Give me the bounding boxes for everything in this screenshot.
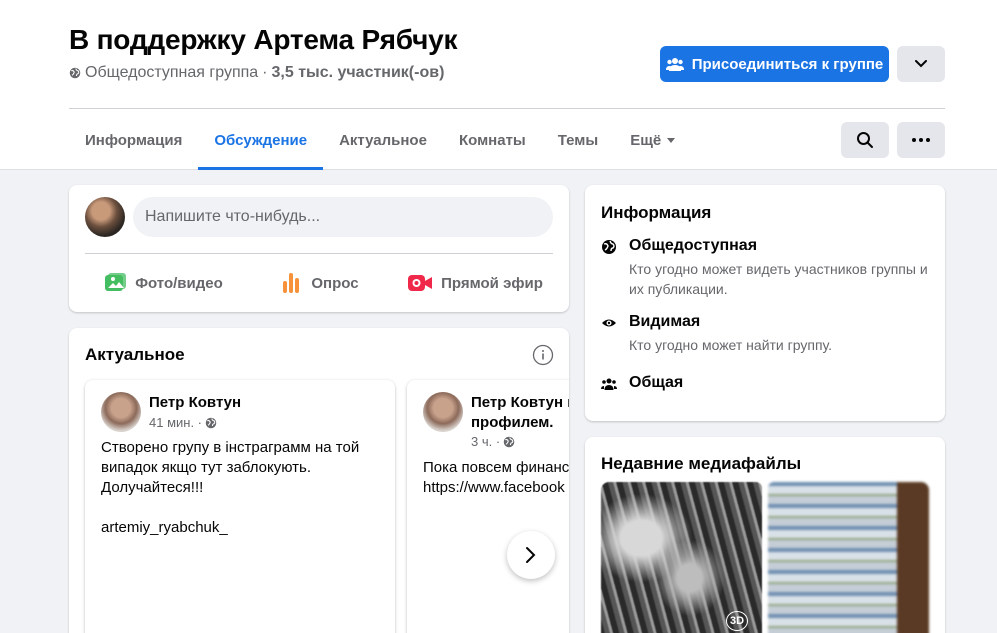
post-time-text[interactable]: 41 мин. · xyxy=(149,415,202,430)
post-author[interactable]: Петр Ковтун п xyxy=(471,394,569,411)
people-icon xyxy=(601,378,617,390)
tab-topics[interactable]: Темы xyxy=(542,110,614,170)
info-icon[interactable] xyxy=(532,344,554,366)
recent-media-card: Недавние медиафайлы 3D xyxy=(585,437,945,633)
tab-featured[interactable]: Актуальное xyxy=(323,110,443,170)
tab-about[interactable]: Информация xyxy=(69,110,198,170)
chevron-right-icon xyxy=(526,547,536,563)
group-title: В поддержку Артема Рябчук xyxy=(69,24,458,55)
join-group-button[interactable]: Присоединиться к группе xyxy=(660,46,889,82)
live-video-label: Прямой эфир xyxy=(441,274,543,292)
poll-label: Опрос xyxy=(311,274,359,292)
badge-3d: 3D xyxy=(726,611,748,631)
composer-actions: Фото/видео Опрос Прямой эфир xyxy=(85,261,553,305)
next-button[interactable] xyxy=(507,531,555,579)
group-header: В поддержку Артема Рябчук Общедоступная … xyxy=(0,0,997,170)
media-thumbnail[interactable] xyxy=(768,482,929,633)
header-divider xyxy=(69,108,945,109)
avatar[interactable] xyxy=(85,197,125,237)
globe-icon xyxy=(69,67,81,79)
post-composer: Напишите что-нибудь... Фото/видео Опрос … xyxy=(69,185,569,312)
photo-icon xyxy=(105,273,127,291)
composer-divider xyxy=(85,253,553,254)
live-video-icon xyxy=(408,275,433,291)
about-item-title: Общая xyxy=(629,374,684,391)
avatar[interactable] xyxy=(423,392,463,432)
post-time-text[interactable]: 3 ч. · xyxy=(471,434,500,449)
caret-down-icon xyxy=(667,137,676,143)
featured-post[interactable]: Петр Ковтун п профилем. 3 ч. · Пока повс… xyxy=(407,380,569,633)
tab-more-label: Ещё xyxy=(630,131,662,149)
composer-input[interactable]: Напишите что-нибудь... xyxy=(133,197,553,237)
tab-discussion[interactable]: Обсуждение xyxy=(198,110,323,170)
more-options-button[interactable] xyxy=(897,122,945,158)
poll-icon xyxy=(283,273,300,293)
photo-video-label: Фото/видео xyxy=(135,274,223,292)
dot-icon xyxy=(926,138,930,142)
post-timestamp: 41 мин. · xyxy=(149,415,217,430)
featured-section: Актуальное Петр Ковтун 41 мин. · Створен… xyxy=(69,328,569,633)
post-author-line2: профилем. xyxy=(471,414,554,431)
poll-button[interactable]: Опрос xyxy=(241,261,397,305)
tab-more[interactable]: Ещё xyxy=(614,110,691,170)
globe-icon xyxy=(503,436,515,447)
about-item-desc: Кто угодно может видеть участников групп… xyxy=(629,261,928,297)
about-card: Информация Общедоступная Кто угодно може… xyxy=(585,185,945,421)
featured-title: Актуальное xyxy=(85,345,185,364)
post-timestamp: 3 ч. · xyxy=(471,434,515,449)
people-icon xyxy=(665,58,684,71)
tab-rooms[interactable]: Комнаты xyxy=(443,110,542,170)
post-author[interactable]: Петр Ковтун xyxy=(149,394,241,411)
post-text: Пока повсем финанс вопросам: https://www… xyxy=(423,459,569,496)
group-options-button[interactable] xyxy=(897,46,945,82)
post-text: Створено групу в інстраграмм на той випа… xyxy=(101,439,360,536)
photo-video-button[interactable]: Фото/видео xyxy=(85,261,241,305)
avatar[interactable] xyxy=(101,392,141,432)
featured-post[interactable]: Петр Ковтун 41 мин. · Створено групу в і… xyxy=(85,380,395,633)
search-button[interactable] xyxy=(841,122,889,158)
dot-icon xyxy=(912,138,916,142)
eye-icon xyxy=(602,319,616,327)
meta-separator: · xyxy=(262,64,268,81)
globe-icon xyxy=(602,240,616,254)
about-item-title: Общедоступная xyxy=(629,237,758,254)
group-tabs: Информация Обсуждение Актуальное Комнаты… xyxy=(69,110,691,170)
chevron-down-icon xyxy=(915,60,927,68)
dot-icon xyxy=(919,138,923,142)
about-title: Информация xyxy=(601,203,712,222)
live-video-button[interactable]: Прямой эфир xyxy=(397,261,553,305)
group-members-count[interactable]: 3,5 тыс. участник(-ов) xyxy=(272,64,445,82)
group-privacy: Общедоступная группа xyxy=(85,64,259,81)
globe-icon xyxy=(205,417,217,428)
join-group-label: Присоединиться к группе xyxy=(691,55,884,73)
about-item-title: Видимая xyxy=(629,313,701,330)
search-icon xyxy=(857,132,873,148)
about-item-desc: Кто угодно может найти группу. xyxy=(629,337,833,353)
recent-media-title: Недавние медиафайлы xyxy=(601,454,802,473)
group-meta: Общедоступная группа · 3,5 тыс. участник… xyxy=(69,64,444,82)
